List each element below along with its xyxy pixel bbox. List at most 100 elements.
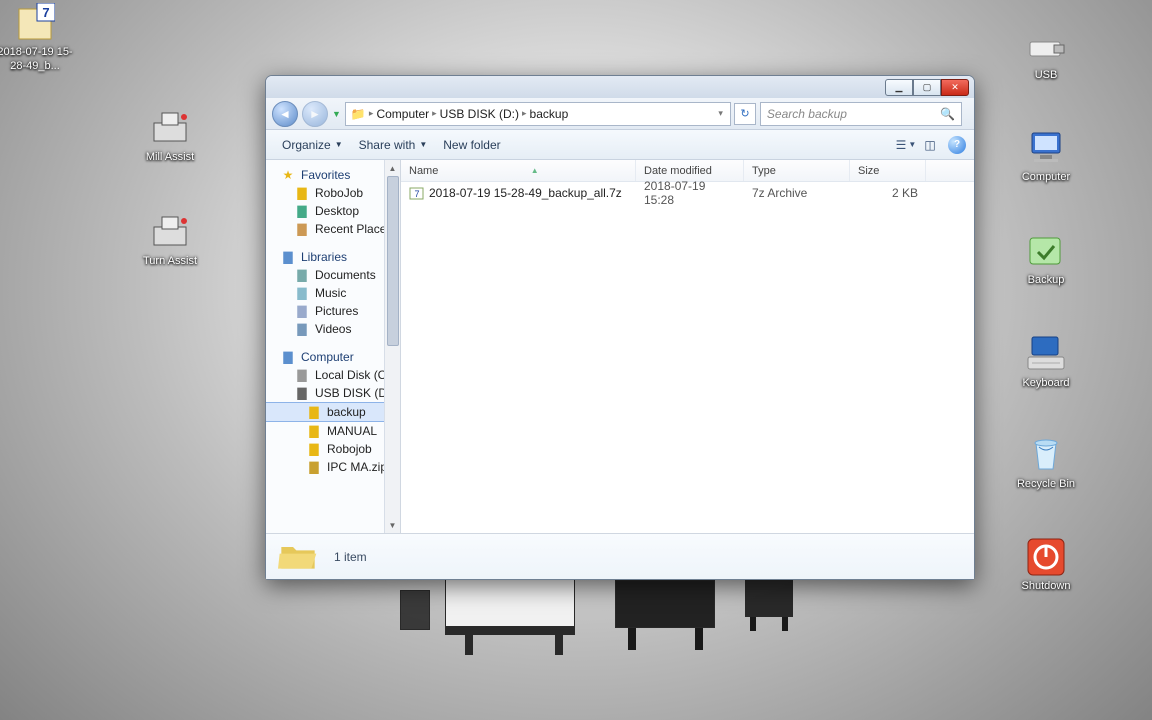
breadcrumb-segment[interactable]: USB DISK (D:) bbox=[440, 107, 519, 121]
computer-icon: ▇ bbox=[280, 350, 296, 364]
desktop-icon-label: Mill Assist bbox=[146, 151, 194, 165]
desktop-icon-keyboard[interactable]: Keyboard bbox=[1006, 334, 1086, 391]
favorites-header[interactable]: ★ Favorites bbox=[266, 166, 400, 184]
libraries-header[interactable]: ▇Libraries bbox=[266, 248, 400, 266]
breadcrumb-segment[interactable]: backup bbox=[530, 107, 569, 121]
preview-pane-button[interactable]: ◫ bbox=[918, 134, 942, 156]
7z-file-icon: 7 bbox=[13, 3, 57, 43]
view-options-button[interactable]: ☰ ▼ bbox=[894, 134, 918, 156]
titlebar[interactable]: ▁ ▢ ✕ bbox=[266, 76, 974, 98]
desktop-icon-usb[interactable]: USB bbox=[1006, 26, 1086, 83]
file-row[interactable]: 7 2018-07-19 15-28-49_backup_all.7z 2018… bbox=[401, 182, 974, 204]
col-label: Name bbox=[409, 165, 438, 177]
column-header-size[interactable]: Size bbox=[850, 160, 926, 181]
nav-item-documents[interactable]: ▇Documents bbox=[266, 266, 400, 284]
nav-label: IPC MA.zip bbox=[327, 460, 387, 474]
nav-history-dropdown[interactable]: ▼ bbox=[332, 109, 341, 119]
desktop-icon-backup[interactable]: Backup bbox=[1006, 231, 1086, 288]
computer-header[interactable]: ▇Computer bbox=[266, 348, 400, 366]
folder-open-icon bbox=[278, 540, 318, 574]
nav-label: Local Disk (C:) bbox=[315, 368, 394, 382]
folder-icon: ▇ bbox=[306, 442, 322, 456]
folder-icon: ▇ bbox=[294, 186, 310, 200]
nav-item-music[interactable]: ▇Music bbox=[266, 284, 400, 302]
sort-asc-icon: ▲ bbox=[531, 166, 539, 175]
desktop-icon-label: Shutdown bbox=[1022, 580, 1071, 594]
col-label: Type bbox=[752, 165, 776, 177]
nav-label: Documents bbox=[315, 268, 376, 282]
nav-label: USB DISK (D:) bbox=[315, 386, 394, 400]
scroll-up-icon[interactable]: ▲ bbox=[385, 160, 400, 176]
desktop-icon-computer[interactable]: Computer bbox=[1006, 128, 1086, 185]
refresh-button[interactable]: ↻ bbox=[734, 103, 756, 125]
address-bar-row: ◄ ► ▼ 📁 ▸ Computer ▸ USB DISK (D:) ▸ bac… bbox=[266, 98, 974, 130]
desktop-icon-label: Computer bbox=[1022, 171, 1070, 185]
desktop-icon-archive[interactable]: 7 2018-07-19 15-28-49_b... bbox=[0, 3, 75, 74]
nav-item-robojob[interactable]: ▇ RoboJob bbox=[266, 184, 400, 202]
nav-item-robojob-folder[interactable]: ▇Robojob bbox=[266, 440, 400, 458]
chevron-down-icon[interactable]: ▾ bbox=[718, 108, 723, 119]
libraries-label: Libraries bbox=[301, 250, 347, 264]
search-icon: 🔍 bbox=[940, 107, 955, 121]
column-header-type[interactable]: Type bbox=[744, 160, 850, 181]
close-button[interactable]: ✕ bbox=[941, 79, 969, 96]
desktop-icon-label: Backup bbox=[1028, 274, 1065, 288]
nav-item-manual[interactable]: ▇MANUAL bbox=[266, 422, 400, 440]
folder-icon: 📁 bbox=[350, 107, 366, 121]
desktop-icon-label: Keyboard bbox=[1022, 377, 1069, 391]
column-header-name[interactable]: Name ▲ bbox=[401, 160, 636, 181]
search-placeholder: Search backup bbox=[767, 107, 847, 121]
share-with-menu[interactable]: Share with▼ bbox=[351, 134, 436, 156]
chevron-right-icon: ▸ bbox=[369, 108, 374, 119]
nav-label: Pictures bbox=[315, 304, 358, 318]
nav-label: RoboJob bbox=[315, 186, 363, 200]
nav-item-backup[interactable]: ▇backup bbox=[266, 402, 400, 422]
7z-file-icon: 7 bbox=[409, 186, 425, 200]
nav-item-recent-places[interactable]: ▇Recent Places bbox=[266, 220, 400, 238]
search-input[interactable]: Search backup 🔍 bbox=[760, 102, 962, 126]
wallpaper-machine bbox=[400, 575, 820, 665]
desktop-icon-shutdown[interactable]: Shutdown bbox=[1006, 537, 1086, 594]
file-list[interactable]: 7 2018-07-19 15-28-49_backup_all.7z 2018… bbox=[401, 182, 974, 533]
nav-item-local-disk-c[interactable]: ▇Local Disk (C:) bbox=[266, 366, 400, 384]
nav-forward-button[interactable]: ► bbox=[302, 101, 328, 127]
nav-item-videos[interactable]: ▇Videos bbox=[266, 320, 400, 338]
favorites-label: Favorites bbox=[301, 168, 350, 182]
chevron-down-icon: ▼ bbox=[419, 140, 427, 149]
desktop-icon-turn-assist[interactable]: Turn Assist bbox=[130, 212, 210, 269]
breadcrumb[interactable]: 📁 ▸ Computer ▸ USB DISK (D:) ▸ backup ▾ bbox=[345, 102, 731, 126]
new-folder-button[interactable]: New folder bbox=[435, 134, 508, 156]
maximize-button[interactable]: ▢ bbox=[913, 79, 941, 96]
desktop-icon-label: 2018-07-19 15-28-49_b... bbox=[0, 46, 75, 74]
toolbar: Organize▼ Share with▼ New folder ☰ ▼ ◫ ? bbox=[266, 130, 974, 160]
nav-item-pictures[interactable]: ▇Pictures bbox=[266, 302, 400, 320]
new-folder-label: New folder bbox=[443, 138, 500, 152]
minimize-button[interactable]: ▁ bbox=[885, 79, 913, 96]
usb-drive-icon bbox=[1024, 26, 1068, 66]
organize-menu[interactable]: Organize▼ bbox=[274, 134, 351, 156]
desktop-icon-label: Recycle Bin bbox=[1017, 478, 1075, 492]
usb-drive-icon: ▇ bbox=[294, 386, 310, 400]
chevron-right-icon: ▸ bbox=[432, 108, 437, 119]
music-icon: ▇ bbox=[294, 286, 310, 300]
scroll-down-icon[interactable]: ▼ bbox=[385, 517, 400, 533]
help-button[interactable]: ? bbox=[948, 136, 966, 154]
nav-scrollbar[interactable]: ▲ ▼ bbox=[384, 160, 400, 533]
zip-icon: ▇ bbox=[306, 460, 322, 474]
desktop-icon-label: USB bbox=[1035, 69, 1058, 83]
breadcrumb-segment[interactable]: Computer bbox=[376, 107, 429, 121]
nav-label: Recent Places bbox=[315, 222, 392, 236]
nav-item-desktop[interactable]: ▇Desktop bbox=[266, 202, 400, 220]
scrollbar-thumb[interactable] bbox=[387, 176, 399, 346]
column-header-date[interactable]: Date modified bbox=[636, 160, 744, 181]
desktop-icon-mill-assist[interactable]: Mill Assist bbox=[130, 108, 210, 165]
nav-back-button[interactable]: ◄ bbox=[272, 101, 298, 127]
machine-icon bbox=[148, 108, 192, 148]
nav-label: Videos bbox=[315, 322, 351, 336]
shutdown-icon bbox=[1024, 537, 1068, 577]
nav-item-usb-disk-d[interactable]: ▇ USB DISK (D:) bbox=[266, 384, 400, 402]
nav-item-ipc-ma-zip[interactable]: ▇ IPC MA.zip bbox=[266, 458, 400, 476]
desktop-icon-recycle-bin[interactable]: Recycle Bin bbox=[1006, 435, 1086, 492]
star-icon: ★ bbox=[280, 168, 296, 182]
file-list-area: Name ▲ Date modified Type Size 7 2018-07-… bbox=[401, 160, 974, 533]
